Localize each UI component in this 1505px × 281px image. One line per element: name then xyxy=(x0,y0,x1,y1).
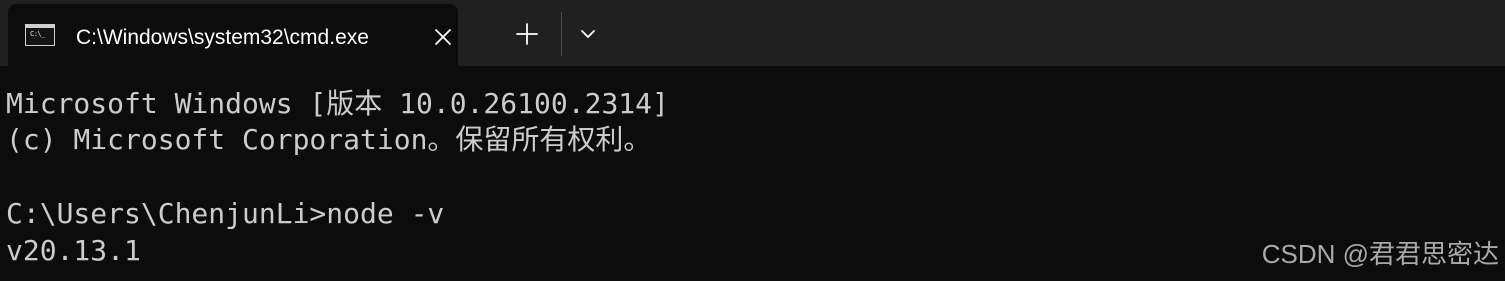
profile-dropdown-button[interactable] xyxy=(570,16,606,52)
tab-title: C:\Windows\system32\cmd.exe xyxy=(76,26,369,49)
chevron-down-icon xyxy=(581,30,595,38)
watermark: CSDN @君君思密达 xyxy=(1261,239,1499,269)
close-icon xyxy=(435,29,451,45)
tab-close-button[interactable] xyxy=(429,23,457,51)
cmd-prompt-icon-glyph: C:\_ xyxy=(30,30,45,38)
new-tab-button[interactable] xyxy=(505,16,549,52)
tabbar-divider xyxy=(561,12,562,56)
console-line-copyright: (c) Microsoft Corporation。保留所有权利。 xyxy=(6,123,652,156)
terminal-window: C:\_ C:\Windows\system32\cmd.exe Microso… xyxy=(0,0,1505,281)
tab-bar: C:\_ C:\Windows\system32\cmd.exe xyxy=(0,0,1505,66)
console-line-version: Microsoft Windows [版本 10.0.26100.2314] xyxy=(6,87,669,120)
cmd-prompt-icon: C:\_ xyxy=(25,24,55,46)
plus-icon xyxy=(516,23,538,45)
console-line-output: v20.13.1 xyxy=(6,234,141,267)
tab-cmd[interactable]: C:\_ C:\Windows\system32\cmd.exe xyxy=(8,4,458,66)
console-line-command: C:\Users\ChenjunLi>node -v xyxy=(6,197,445,230)
